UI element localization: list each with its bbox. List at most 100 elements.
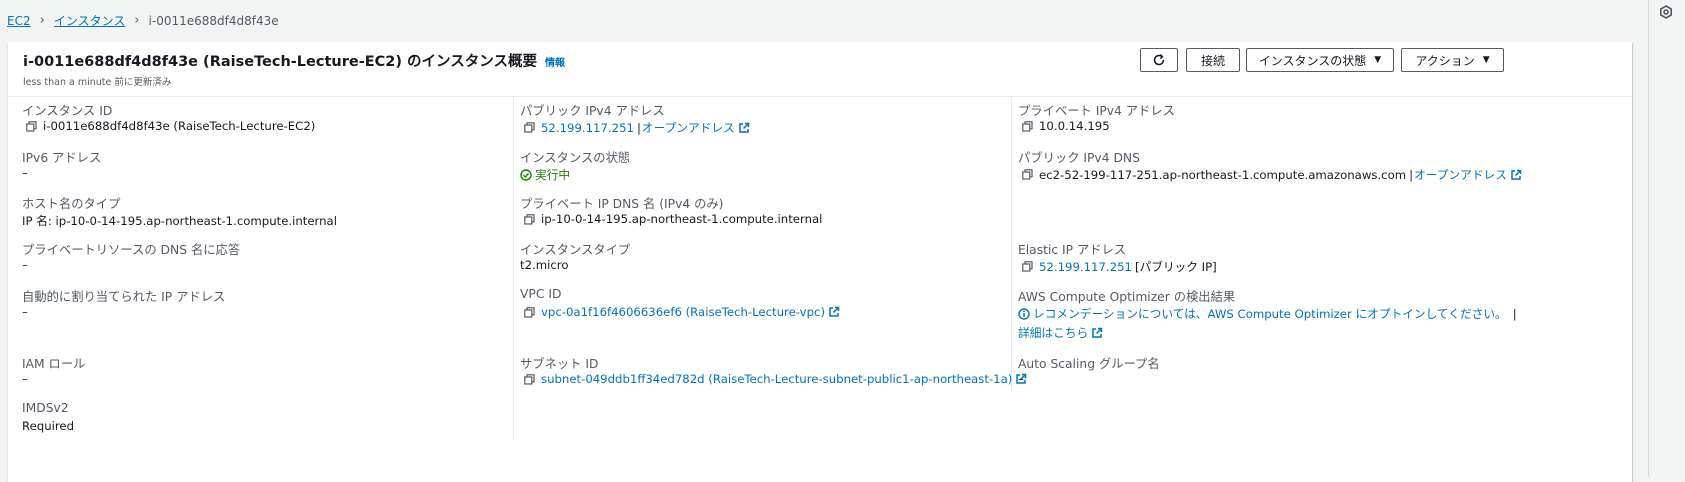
info-circle-icon: [1018, 307, 1030, 320]
field-instance-type: インスタンスタイプ t2.micro: [520, 240, 631, 272]
settings-icon[interactable]: [1659, 5, 1673, 19]
breadcrumb-ec2[interactable]: EC2: [7, 14, 31, 28]
field-value-row: 実行中: [520, 166, 570, 183]
refresh-button[interactable]: [1140, 48, 1178, 72]
field-elastic-ip: Elastic IP アドレス 52.199.117.251 [パブリック IP…: [1018, 240, 1217, 274]
field-subnet-id: サブネット ID subnet-049ddb1ff34ed782d (Raise…: [520, 354, 1027, 386]
side-rail-divider: [1648, 0, 1649, 477]
field-value-row: ec2-52-199-117-251.ap-northeast-1.comput…: [1022, 166, 1522, 183]
elastic-ip-link[interactable]: 52.199.117.251: [1039, 260, 1132, 274]
last-updated-text: less than a minute 前に更新済み: [23, 77, 172, 88]
field-label: サブネット ID: [520, 357, 599, 371]
breadcrumb-instances[interactable]: インスタンス: [54, 12, 126, 29]
field-instance-id: インスタンス ID i-0011e688df4d8f43e (RaiseTech…: [22, 101, 315, 133]
elastic-ip-suffix: [パブリック IP]: [1134, 260, 1217, 274]
private-ip-dns-value: ip-10-0-14-195.ap-northeast-1.compute.in…: [541, 212, 823, 226]
breadcrumb-current: i-0011e688df4d8f43e: [148, 13, 279, 28]
private-dns-answer-value: –: [22, 258, 28, 272]
copy-icon[interactable]: [524, 122, 535, 133]
copy-icon[interactable]: [524, 306, 535, 318]
copy-icon[interactable]: [1022, 261, 1033, 272]
optimizer-opt-in-link[interactable]: レコメンデーションについては、AWS Compute Optimizer にオプ…: [1033, 305, 1507, 322]
page-title: i-0011e688df4d8f43e (RaiseTech-Lecture-E…: [23, 54, 537, 70]
field-private-dns-answer: プライベートリソースの DNS 名に応答 –: [22, 240, 241, 272]
field-label: Auto Scaling グループ名: [1018, 357, 1160, 371]
copy-icon[interactable]: [1022, 120, 1033, 132]
external-link-icon[interactable]: [738, 122, 750, 134]
field-value-row: vpc-0a1f16f4606636ef6 (RaiseTech-Lecture…: [524, 305, 840, 319]
field-label: IPv6 アドレス: [22, 151, 102, 165]
public-dns-value: ec2-52-199-117-251.ap-northeast-1.comput…: [1039, 167, 1407, 182]
field-ipv6: IPv6 アドレス –: [22, 148, 102, 180]
field-value-row: subnet-049ddb1ff34ed782d (RaiseTech-Lect…: [524, 372, 1027, 386]
learn-more-link[interactable]: 詳細はこちら: [1018, 324, 1088, 341]
field-label: IAM ロール: [22, 357, 86, 371]
info-link[interactable]: 情報: [545, 54, 565, 69]
actions-button[interactable]: アクション ▼: [1401, 48, 1504, 72]
instance-state-value: 実行中: [535, 168, 571, 182]
check-circle-icon: [520, 168, 532, 181]
column-divider: [1011, 96, 1012, 392]
field-auto-ip: 自動的に割り当てられた IP アドレス –: [22, 287, 226, 319]
field-value-row: 52.199.117.251 | オープンアドレス: [524, 119, 750, 136]
field-value-row: ip-10-0-14-195.ap-northeast-1.compute.in…: [524, 212, 822, 226]
open-address-link[interactable]: オープンアドレス: [1414, 166, 1507, 183]
external-link-icon[interactable]: [1091, 327, 1103, 339]
copy-icon[interactable]: [524, 373, 535, 385]
field-label: インスタンスタイプ: [520, 243, 631, 257]
field-iam-role: IAM ロール –: [22, 354, 86, 386]
field-label: AWS Compute Optimizer の検出結果: [1018, 290, 1236, 304]
field-instance-state: インスタンスの状態 実行中: [520, 148, 631, 182]
field-label: Elastic IP アドレス: [1018, 243, 1127, 257]
imdsv2-value: Required: [22, 419, 75, 433]
connect-button[interactable]: 接続: [1186, 48, 1240, 72]
caret-down-icon: ▼: [1374, 55, 1382, 65]
external-link-icon[interactable]: [1510, 169, 1522, 181]
field-label: プライベートリソースの DNS 名に応答: [22, 243, 241, 257]
field-label: インスタンスの状態: [520, 151, 631, 165]
field-value-row: i-0011e688df4d8f43e (RaiseTech-Lecture-E…: [26, 119, 315, 133]
column-divider: [513, 96, 514, 441]
copy-icon[interactable]: [26, 120, 37, 132]
field-label: パブリック IPv4 アドレス: [520, 104, 665, 118]
refresh-icon: [1153, 54, 1165, 66]
field-label: パブリック IPv4 DNS: [1018, 151, 1140, 165]
instance-summary-panel: i-0011e688df4d8f43e (RaiseTech-Lecture-E…: [8, 42, 1632, 482]
separator-bar: |: [1512, 306, 1517, 321]
field-value-row: 52.199.117.251 [パブリック IP]: [1022, 258, 1217, 275]
copy-icon[interactable]: [524, 213, 535, 225]
chevron-right-icon: ›: [39, 13, 45, 28]
field-label: ホスト名のタイプ: [22, 197, 121, 211]
field-label: 自動的に割り当てられた IP アドレス: [22, 290, 226, 304]
field-autoscaling-group: Auto Scaling グループ名 –: [1018, 354, 1160, 386]
autoscaling-value: –: [1018, 372, 1024, 386]
field-compute-optimizer: AWS Compute Optimizer の検出結果 レコメンデーションについ…: [1018, 287, 1517, 340]
field-label: VPC ID: [520, 287, 562, 301]
field-label: プライベート IP DNS 名 (IPv4 のみ): [520, 197, 724, 211]
panel-header: i-0011e688df4d8f43e (RaiseTech-Lecture-E…: [8, 42, 1632, 97]
separator-bar: |: [1409, 167, 1414, 182]
field-public-ipv4: パブリック IPv4 アドレス 52.199.117.251 | オープンアドレ…: [520, 101, 749, 135]
auto-ip-value: –: [22, 305, 28, 319]
external-link-icon[interactable]: [828, 306, 840, 318]
actions-button-label: アクション: [1415, 53, 1475, 68]
field-private-ip-dns: プライベート IP DNS 名 (IPv4 のみ) ip-10-0-14-195…: [520, 194, 822, 226]
field-value-row: レコメンデーションについては、AWS Compute Optimizer にオプ…: [1018, 305, 1517, 322]
copy-icon[interactable]: [1022, 169, 1033, 180]
field-private-ipv4: プライベート IPv4 アドレス 10.0.14.195: [1018, 101, 1175, 133]
instance-state-button[interactable]: インスタンスの状態 ▼: [1246, 48, 1394, 72]
separator-bar: |: [636, 120, 641, 135]
subnet-id-link[interactable]: subnet-049ddb1ff34ed782d (RaiseTech-Lect…: [541, 372, 1012, 386]
open-address-link[interactable]: オープンアドレス: [642, 119, 735, 136]
field-vpc-id: VPC ID vpc-0a1f16f4606636ef6 (RaiseTech-…: [520, 287, 840, 319]
hostname-type-value: IP 名: ip-10-0-14-195.ap-northeast-1.comp…: [22, 214, 337, 228]
public-ipv4-value[interactable]: 52.199.117.251: [541, 121, 634, 135]
field-label: IMDSv2: [22, 401, 69, 415]
ipv6-value: –: [22, 166, 28, 180]
field-value-row: 詳細はこちら: [1018, 324, 1103, 341]
instance-type-value: t2.micro: [520, 258, 569, 272]
instance-state-button-label: インスタンスの状態: [1258, 53, 1367, 68]
chevron-right-icon: ›: [134, 13, 140, 28]
vpc-id-link[interactable]: vpc-0a1f16f4606636ef6 (RaiseTech-Lecture…: [541, 305, 825, 319]
private-ipv4-value: 10.0.14.195: [1039, 119, 1110, 133]
